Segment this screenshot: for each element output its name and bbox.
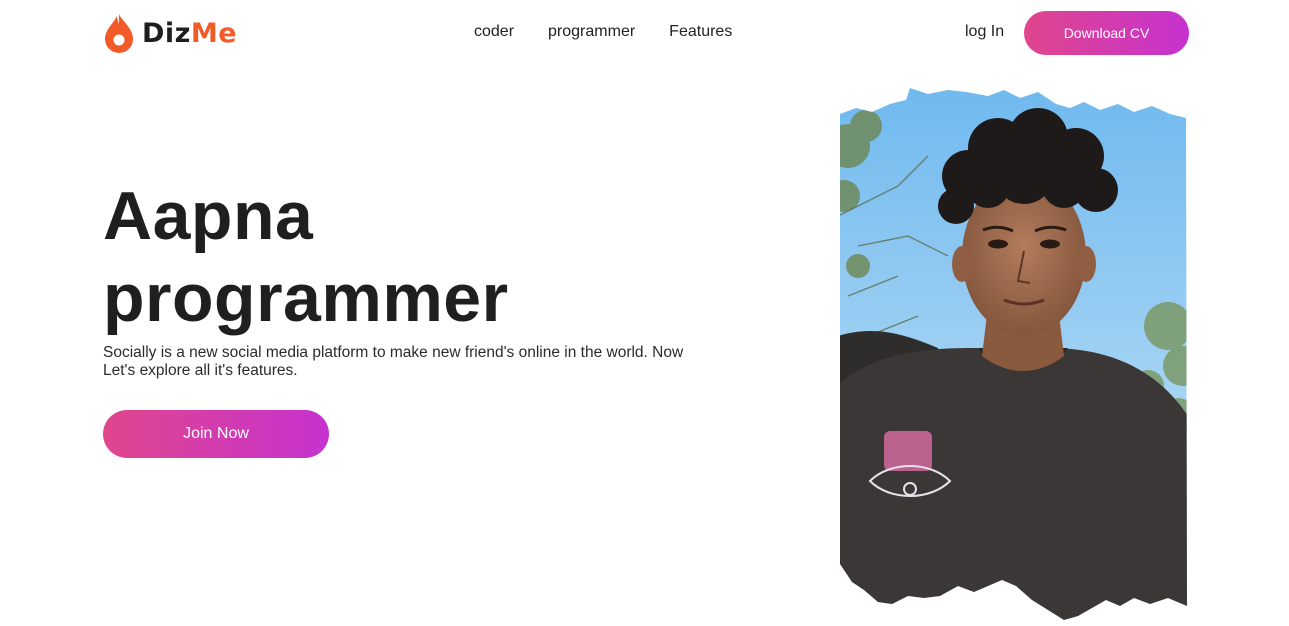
- flame-drop-icon: [105, 14, 133, 53]
- join-now-button[interactable]: Join Now: [103, 410, 329, 458]
- hero-title: Aapna programmer: [103, 175, 509, 339]
- portrait-photo: [838, 86, 1190, 622]
- brand-name-part2: Me: [190, 17, 238, 49]
- hero-title-line2: programmer: [103, 260, 509, 336]
- hero-description: Socially is a new social media platform …: [103, 344, 684, 379]
- brand-name-part1: Diz: [142, 17, 191, 49]
- nav-link-features[interactable]: Features: [669, 23, 732, 41]
- landing-page: DizMe coder programmer Features log In D…: [0, 0, 1289, 626]
- nav-link-programmer[interactable]: programmer: [548, 23, 635, 41]
- login-link[interactable]: log In: [965, 23, 1004, 41]
- main-nav: coder programmer Features: [474, 23, 732, 41]
- nav-link-coder[interactable]: coder: [474, 23, 514, 41]
- brand-name: DizMe: [142, 20, 237, 47]
- portrait-image: [840, 88, 1187, 620]
- download-cv-button[interactable]: Download CV: [1024, 11, 1189, 55]
- hero-title-line1: Aapna: [103, 178, 314, 254]
- logo[interactable]: DizMe: [103, 12, 237, 54]
